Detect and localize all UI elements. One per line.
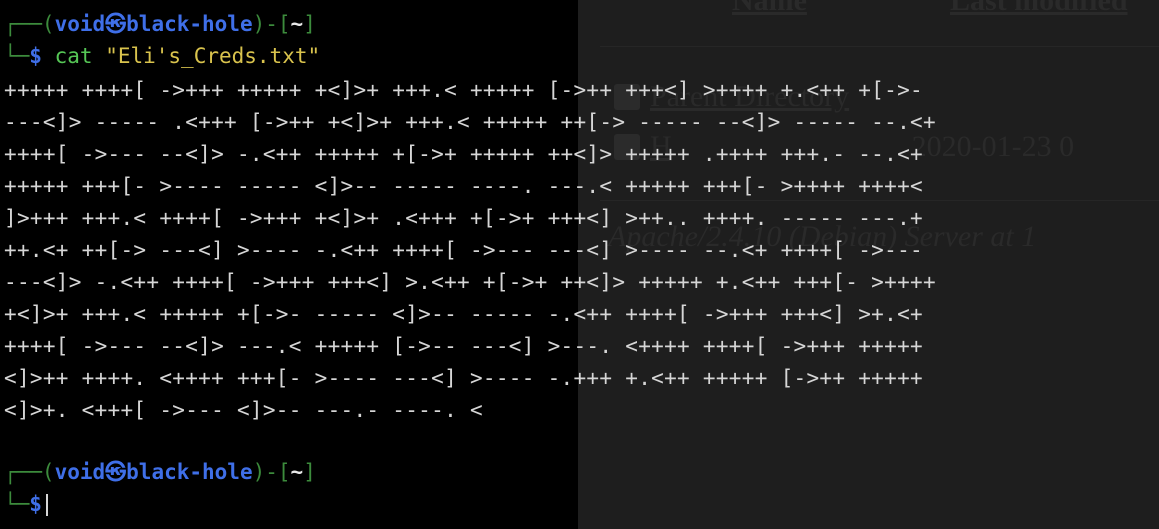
prompt-corner-icon: ┌──(	[4, 460, 55, 484]
prompt-bracket: ]	[303, 460, 316, 484]
command-line-1: └─$ cat "Eli's_Creds.txt"	[4, 40, 320, 72]
prompt-host: black-hole	[126, 460, 253, 484]
output-line: +<]>+ +++.< +++++ +[->- ----- <]>-- ----…	[4, 302, 923, 326]
output-line: ++++[ ->--- --<]> -.<++ +++++ +[->+ ++++…	[4, 142, 923, 166]
prompt-dollar: $	[29, 492, 42, 516]
command-line-2[interactable]: └─$	[4, 488, 48, 520]
prompt-bracket: ]	[303, 12, 316, 36]
prompt-dir: ~	[290, 12, 304, 36]
prompt-dir: ~	[290, 460, 304, 484]
prompt-user: void	[54, 460, 106, 484]
output-line: ++++[ ->--- --<]> ---.< +++++ [->-- ---<…	[4, 334, 923, 358]
output-line: <]>+. <+++[ ->--- <]>-- ---.- ----. <	[4, 398, 483, 422]
prompt-host: black-hole	[126, 12, 253, 36]
output-line: ]>+++ +++.< ++++[ ->+++ +<]>+ .<+++ +[->…	[4, 206, 923, 230]
prompt-header-2: ┌──(void㉿black-hole)-[~]	[4, 456, 316, 488]
prompt-corner-bottom-icon: └─	[4, 44, 30, 68]
output-line: ---<]> -.<++ ++++[ ->+++ +++<] >.<++ +[-…	[4, 270, 936, 294]
output-line: ---<]> ----- .<+++ [->++ +<]>+ +++.< +++…	[4, 110, 936, 134]
kali-skull-icon: ㉿	[105, 460, 127, 484]
prompt-header-1: ┌──(void㉿black-hole)-[~]	[4, 8, 316, 40]
prompt-corner-bottom-icon: └─	[4, 492, 30, 516]
terminal-window[interactable]: ┌──(void㉿black-hole)-[~] └─$ cat "Eli's_…	[0, 0, 1159, 529]
prompt-separator: )-[	[252, 12, 291, 36]
prompt-corner-icon: ┌──(	[4, 12, 55, 36]
output-line: ++.<+ ++[-> ---<] >---- -.<++ ++++[ ->--…	[4, 238, 923, 262]
command-argument: "Eli's_Creds.txt"	[105, 44, 321, 68]
prompt-dollar: $	[29, 44, 55, 68]
output-line: +++++ +++[- >---- ----- <]>-- ----- ----…	[4, 174, 923, 198]
text-cursor	[45, 494, 48, 516]
output-line: <]>++ ++++. <++++ +++[- >---- ---<] >---…	[4, 366, 923, 390]
prompt-separator: )-[	[252, 460, 291, 484]
command-name: cat	[54, 44, 93, 68]
kali-skull-icon: ㉿	[105, 12, 127, 36]
output-line: +++++ ++++[ ->+++ +++++ +<]>+ +++.< ++++…	[4, 78, 923, 102]
prompt-user: void	[54, 12, 106, 36]
